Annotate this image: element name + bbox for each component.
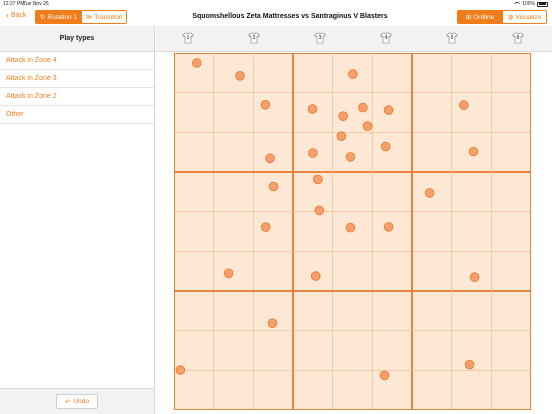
jersey-6[interactable]: 6	[512, 32, 524, 44]
battery-icon	[537, 1, 548, 7]
court-dot[interactable]	[191, 58, 202, 68]
court-dot[interactable]	[459, 100, 469, 110]
jersey-number: 6	[516, 35, 520, 41]
jersey-5[interactable]: 5	[446, 32, 458, 44]
court-dot[interactable]	[175, 365, 186, 375]
segment-transition-label: Transition	[94, 13, 123, 21]
transition-icon: ≫	[85, 14, 93, 21]
segment-ordline-label: Ordline	[473, 13, 495, 21]
visualize-icon: ◍	[507, 14, 514, 21]
court-dot[interactable]	[260, 99, 271, 110]
jersey-number: 1	[186, 35, 190, 41]
court-dot[interactable]	[308, 148, 318, 158]
court-svg[interactable]	[174, 53, 531, 410]
court-dot[interactable]	[235, 70, 245, 81]
status-right: 100%	[514, 1, 548, 7]
court-dot[interactable]	[424, 188, 435, 198]
court-dot[interactable]	[468, 146, 479, 157]
court-dot[interactable]	[379, 370, 390, 381]
undo-button[interactable]: ↶ Undo	[56, 394, 98, 409]
back-button[interactable]: ‹ Back	[6, 10, 27, 20]
sidebar-item-other[interactable]: Other	[0, 106, 154, 124]
jersey-2[interactable]: 2	[248, 32, 260, 44]
wifi-icon	[514, 2, 521, 6]
jersey-number: 2	[252, 35, 256, 41]
segment-rotation-label: Rotation 1	[47, 13, 78, 21]
court-dot[interactable]	[313, 174, 323, 185]
court-dot[interactable]	[267, 318, 278, 329]
court-grid[interactable]	[174, 53, 531, 410]
court-dot[interactable]	[348, 69, 358, 79]
court-dot[interactable]	[345, 152, 356, 162]
segment-transition[interactable]: ≫ Transition	[80, 11, 126, 23]
segment-visualize-label: Visualize	[515, 13, 542, 21]
segment-ordline[interactable]: ⊞ Ordline	[458, 11, 502, 23]
court-dot[interactable]	[345, 222, 356, 233]
battery-percent: 100%	[522, 1, 535, 7]
status-time: 12:27 PM	[3, 1, 25, 7]
court-dot[interactable]	[469, 272, 480, 283]
court-dot[interactable]	[268, 181, 279, 192]
court-dot[interactable]	[336, 131, 347, 141]
view-segmented-control: ⊞ Ordline ◍ Visualize	[457, 10, 547, 24]
court-dot[interactable]	[464, 359, 475, 370]
court-dot[interactable]	[223, 268, 234, 279]
sidebar-footer: ↶ Undo	[0, 388, 154, 414]
court-dot[interactable]	[383, 105, 394, 115]
court-dot[interactable]	[307, 104, 318, 114]
jersey-3[interactable]: 3	[314, 32, 326, 44]
jersey-1[interactable]: 1	[182, 32, 194, 44]
sidebar-header: Play types	[0, 26, 154, 52]
status-bar: 12:27 PM Tue Nov 26 100%	[0, 0, 552, 8]
chevron-left-icon: ‹	[6, 10, 9, 20]
court-dot[interactable]	[265, 153, 275, 164]
back-label: Back	[11, 12, 27, 19]
segment-visualize[interactable]: ◍ Visualize	[501, 11, 546, 23]
court-area: 1 2 3 4 5 6	[156, 26, 552, 414]
court-dot[interactable]	[314, 205, 325, 216]
court-dot[interactable]	[380, 141, 391, 152]
undo-icon: ↶	[65, 398, 71, 406]
match-title: Squomshellous Zeta Mattresses vs Santrag…	[192, 13, 388, 20]
court-dot[interactable]	[358, 102, 368, 113]
rotation-segmented-control: ↻ Rotation 1 ≫ Transition	[35, 10, 127, 24]
sidebar-item-attack-zone-2[interactable]: Attack in Zone 2	[0, 88, 154, 106]
nav-bar: ‹ Back ↻ Rotation 1 ≫ Transition Squomsh…	[0, 8, 552, 26]
grid-icon: ⊞	[465, 14, 472, 21]
court-dot[interactable]	[362, 121, 373, 131]
jersey-row: 1 2 3 4 5 6	[156, 26, 552, 52]
status-date: Tue Nov 26	[23, 1, 49, 7]
court-dot[interactable]	[260, 222, 271, 233]
jersey-number: 5	[450, 35, 454, 41]
jersey-number: 4	[384, 35, 388, 41]
court-dot[interactable]	[338, 111, 349, 121]
jersey-4[interactable]: 4	[380, 32, 392, 44]
sidebar: Play types Attack in Zone 4 Attack in Zo…	[0, 26, 155, 414]
sidebar-item-attack-zone-4[interactable]: Attack in Zone 4	[0, 52, 154, 70]
jersey-number: 3	[318, 35, 322, 41]
sidebar-item-attack-zone-3[interactable]: Attack in Zone 3	[0, 70, 154, 88]
court-dot[interactable]	[383, 222, 394, 232]
undo-label: Undo	[73, 398, 89, 405]
segment-rotation[interactable]: ↻ Rotation 1	[36, 11, 81, 23]
rotate-icon: ↻	[39, 14, 46, 21]
court-dot[interactable]	[310, 271, 321, 281]
